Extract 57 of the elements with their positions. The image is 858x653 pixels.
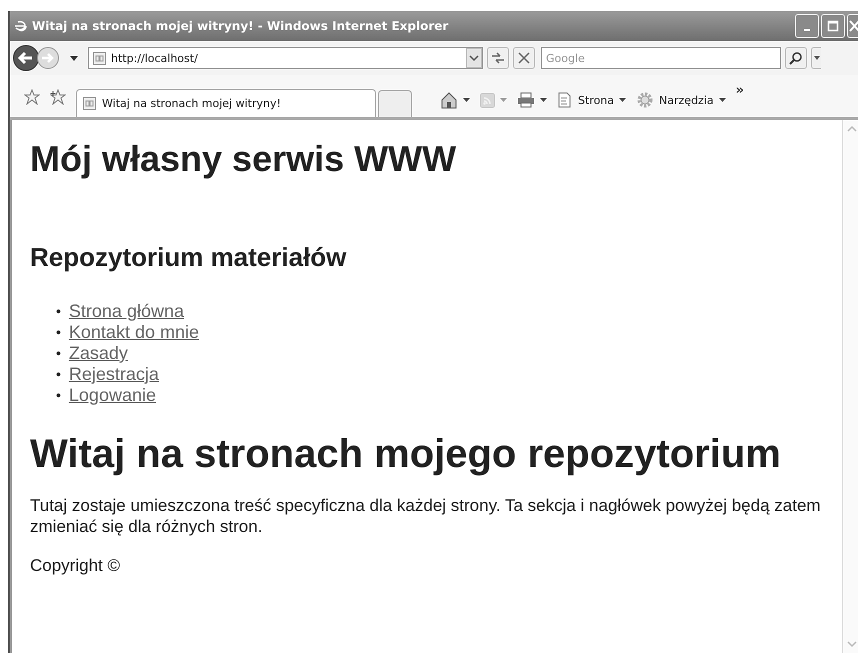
maximize-button[interactable] [821, 14, 845, 38]
list-bullet: • [56, 365, 61, 384]
favorites-star-icon[interactable] [24, 89, 40, 105]
home-icon [440, 91, 458, 109]
gear-icon [636, 91, 654, 109]
refresh-button[interactable] [487, 47, 509, 69]
home-button[interactable] [440, 91, 470, 109]
forward-button[interactable] [36, 46, 60, 70]
tools-menu-button[interactable]: Narzędzia [636, 91, 726, 109]
close-button[interactable] [847, 14, 858, 38]
stop-icon [518, 52, 530, 64]
printer-icon [517, 92, 535, 108]
list-bullet: • [56, 386, 61, 405]
history-dropdown-icon[interactable] [70, 56, 78, 60]
add-favorite-icon[interactable] [50, 89, 66, 105]
list-bullet: • [56, 302, 61, 321]
caret-icon [619, 98, 626, 102]
site-title: Mój własny serwis WWW [30, 138, 458, 180]
list-bullet: • [56, 323, 61, 342]
caret-icon [814, 56, 820, 60]
minimize-button[interactable] [795, 14, 819, 38]
back-button[interactable] [12, 44, 40, 72]
search-icon [789, 51, 803, 65]
close-icon [848, 20, 858, 32]
stop-button[interactable] [513, 47, 535, 69]
nav-heading: Repozytorium materiałów [30, 242, 348, 273]
browser-logo-icon [14, 19, 28, 33]
page-icon [557, 92, 573, 108]
caret-icon [463, 98, 470, 102]
caret-icon [540, 98, 547, 102]
more-commands-button[interactable]: » [736, 83, 744, 98]
list-bullet: • [56, 344, 61, 363]
nav-link[interactable]: Zasady [68, 343, 128, 364]
page-menu-button[interactable]: Strona [557, 92, 626, 108]
refresh-icon [491, 52, 505, 64]
print-button[interactable] [517, 92, 547, 108]
body-paragraph: Tutaj zostaje umieszczona treść specyficzna dla każdej strony. Ta sekcja i nagłówek powyżej będą zatem zmieniać się dla różnych stron. [30, 495, 822, 537]
search-button[interactable] [785, 47, 807, 69]
page-icon [83, 97, 96, 110]
nav-link[interactable]: Strona główna [68, 301, 184, 322]
minimize-icon [804, 29, 810, 31]
maximize-icon [827, 20, 839, 32]
page-heading: Witaj na stronach mojego repozytorium [30, 432, 782, 477]
search-options-button[interactable] [811, 47, 821, 69]
nav-link[interactable]: Kontakt do mnie [68, 322, 199, 343]
feed-icon [480, 92, 495, 108]
page-icon [93, 52, 106, 64]
nav-link[interactable]: Logowanie [68, 385, 156, 406]
address-field[interactable]: http://localhost/ [88, 47, 483, 69]
browser-tab[interactable]: Witaj na stronach mojej witryny! [76, 89, 376, 117]
caret-icon [500, 98, 507, 102]
copyright-text: Copyright © [30, 555, 122, 576]
window-title: Witaj na stronach mojej witryny! - Windows Internet Explorer [32, 19, 450, 33]
caret-icon [718, 98, 726, 102]
address-dropdown-icon[interactable] [466, 48, 482, 68]
search-field[interactable]: Google [541, 47, 781, 69]
nav-link[interactable]: Rejestracja [68, 364, 159, 385]
